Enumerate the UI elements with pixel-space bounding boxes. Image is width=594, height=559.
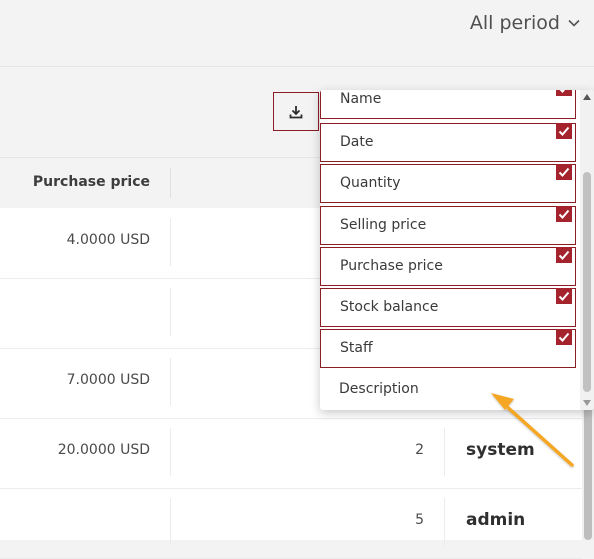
purchase-price-cell: 4.0000 USD [66, 232, 150, 248]
check-icon [558, 332, 570, 342]
option-label: Stock balance [340, 299, 439, 315]
column-option-stock-balance[interactable]: Stock balance [320, 288, 576, 327]
purchase-price-cell: 20.0000 USD [57, 442, 150, 458]
column-header-purchase-price[interactable]: Purchase price [33, 174, 150, 190]
option-label: Name [340, 91, 382, 107]
column-option-name[interactable]: Name [320, 90, 576, 119]
cell-divider [170, 218, 171, 266]
column-visibility-menu: Name Date Quantity Selling price Purchas… [320, 90, 594, 410]
download-icon [289, 105, 303, 118]
cell-divider [170, 358, 171, 406]
checkbox-checked[interactable] [556, 164, 572, 180]
option-label: Selling price [340, 217, 427, 233]
cell-divider [444, 428, 445, 476]
cell-divider [170, 498, 171, 546]
column-option-quantity[interactable]: Quantity [320, 164, 576, 203]
scroll-up-arrow-icon[interactable] [583, 94, 591, 100]
period-label: All period [469, 12, 560, 34]
check-icon [558, 167, 570, 177]
checkbox-checked[interactable] [556, 288, 572, 304]
download-button[interactable] [273, 92, 319, 131]
column-divider [170, 168, 171, 198]
column-option-selling-price[interactable]: Selling price [320, 206, 576, 245]
column-option-description[interactable]: Description [320, 371, 576, 410]
top-bar: All period [0, 0, 594, 67]
option-label: Quantity [340, 175, 401, 191]
checkbox-checked[interactable] [556, 90, 572, 96]
option-label: Purchase price [340, 258, 443, 274]
chevron-down-icon [568, 19, 580, 27]
quantity-cell: 5 [415, 512, 424, 528]
purchase-price-cell: 7.0000 USD [66, 372, 150, 388]
option-label: Staff [340, 340, 373, 356]
check-icon [558, 250, 570, 260]
period-selector[interactable]: All period [470, 12, 580, 34]
scroll-down-arrow-icon[interactable] [583, 400, 591, 406]
quantity-cell: 2 [415, 442, 424, 458]
cell-divider [444, 498, 445, 546]
checkbox-checked[interactable] [556, 247, 572, 263]
menu-scrollbar[interactable] [580, 90, 594, 410]
cell-divider [170, 288, 171, 336]
staff-cell: admin [466, 510, 526, 530]
check-icon [558, 126, 570, 136]
menu-scrollbar-thumb[interactable] [583, 172, 591, 392]
staff-cell: system [466, 440, 535, 460]
column-option-purchase-price[interactable]: Purchase price [320, 247, 576, 286]
column-option-date[interactable]: Date [320, 123, 576, 162]
check-icon [558, 291, 570, 301]
table-row[interactable]: 20.0000 USD 2 system [0, 418, 582, 489]
option-label: Description [339, 381, 419, 397]
check-icon [558, 209, 570, 219]
checkbox-checked[interactable] [556, 329, 572, 345]
checkbox-checked[interactable] [556, 123, 572, 139]
check-icon [559, 90, 566, 93]
cell-divider [170, 428, 171, 476]
checkbox-checked[interactable] [556, 206, 572, 222]
option-label: Date [340, 134, 374, 150]
column-option-staff[interactable]: Staff [320, 329, 576, 368]
table-row[interactable]: 5 admin [0, 488, 582, 559]
